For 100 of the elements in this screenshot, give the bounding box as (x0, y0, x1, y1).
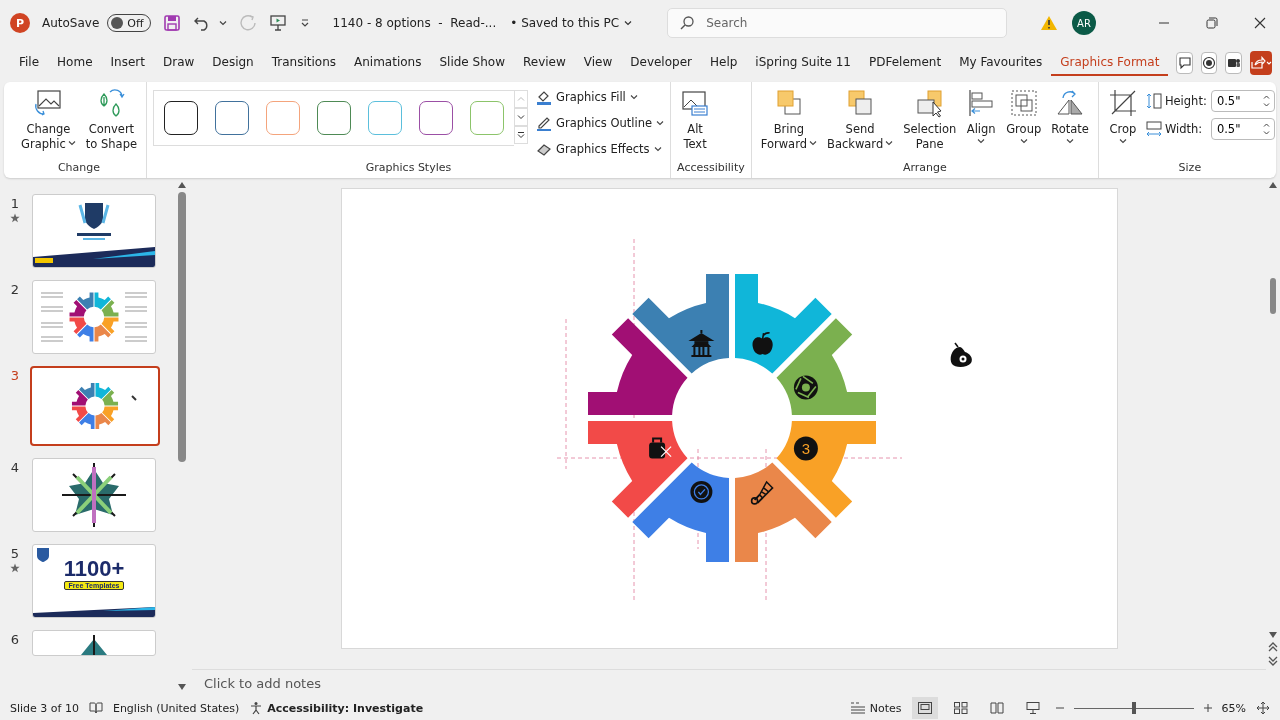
scroll-down-icon[interactable] (178, 684, 186, 690)
scroll-thumb[interactable] (1270, 278, 1276, 314)
caret-icon (629, 93, 638, 101)
fit-to-window-icon[interactable] (1256, 701, 1270, 715)
alt-text-icon (680, 88, 711, 118)
restore-icon[interactable] (1206, 17, 1218, 29)
bring-forward-button[interactable]: Bring Forward (757, 86, 820, 154)
gear-segment[interactable] (587, 318, 687, 415)
rotate-button[interactable]: Rotate (1048, 86, 1092, 151)
style-swatch[interactable] (164, 101, 198, 135)
gear-segment[interactable] (776, 421, 876, 518)
gear-segment[interactable] (776, 318, 876, 415)
caret-icon (656, 119, 665, 127)
style-swatch[interactable] (317, 101, 351, 135)
ribbon-tab[interactable]: Design (203, 50, 263, 76)
ribbon-tab[interactable]: Slide Show (430, 50, 514, 76)
crop-button[interactable]: Crop (1104, 86, 1141, 151)
warning-icon[interactable] (1040, 15, 1058, 31)
caret-icon[interactable] (218, 19, 227, 27)
save-icon[interactable] (162, 14, 181, 32)
ribbon-tab[interactable]: Insert (101, 50, 154, 76)
slide-number: 5 (10, 546, 20, 561)
apple-icon (752, 332, 773, 355)
user-avatar[interactable]: AR (1072, 11, 1096, 35)
ribbon-tab[interactable]: Review (513, 50, 575, 76)
selection-pane-button[interactable]: Selection Pane (900, 86, 960, 154)
height-field[interactable]: 0.5" (1210, 90, 1275, 112)
ribbon-tab[interactable]: File (10, 50, 49, 76)
ribbon-tab[interactable]: iSpring Suite 11 (746, 50, 860, 76)
zoom-level-button[interactable]: 65% (1221, 701, 1246, 715)
aperture-icon (793, 375, 818, 400)
comment-icon (1177, 56, 1192, 70)
gear-segment[interactable] (631, 274, 729, 374)
notes-button[interactable]: Notes (849, 701, 902, 715)
close-icon[interactable] (1254, 17, 1266, 29)
change-graphic-button[interactable]: Change Graphic (18, 86, 79, 154)
search-icon (679, 15, 696, 31)
teams-button[interactable] (1225, 52, 1242, 74)
pen-icon (536, 115, 552, 131)
accessibility-button[interactable]: Accessibility: Investigate (249, 701, 424, 715)
ribbon-tab[interactable]: Transitions (262, 50, 346, 76)
ribbon-tab[interactable]: Developer (621, 50, 701, 76)
effects-button[interactable]: Graphics Effects (536, 138, 665, 160)
record-button[interactable] (1200, 52, 1218, 74)
scroll-thumb[interactable] (178, 192, 186, 462)
slide-thumbnail[interactable] (30, 366, 160, 446)
ribbon-tab[interactable]: Animations (345, 50, 431, 76)
previous-slide-icon[interactable] (1268, 642, 1278, 652)
fill-button[interactable]: Graphics Fill (536, 86, 665, 108)
document-title: 1140 - 8 options - Read-... (332, 16, 497, 30)
ribbon-tab[interactable]: View (574, 50, 622, 76)
ribbon-tab[interactable]: PDFelement (859, 50, 951, 76)
style-swatch[interactable] (470, 101, 504, 135)
notes-field[interactable]: Click to add notes (192, 669, 1266, 696)
ribbon-tab[interactable]: Graphics Format (1051, 50, 1169, 76)
ribbon-tab[interactable]: Home (48, 50, 102, 76)
ribbon-tab[interactable]: My Favourites (950, 50, 1052, 76)
scroll-down-icon[interactable] (1269, 632, 1277, 638)
send-backward-button[interactable]: Send Backward (824, 86, 897, 154)
normal-view-button[interactable] (911, 697, 938, 719)
spinner-icon[interactable] (1262, 122, 1270, 136)
style-swatch[interactable] (368, 101, 402, 135)
gear-segment[interactable] (734, 274, 832, 374)
presentation-icon[interactable] (268, 14, 287, 32)
save-status-button[interactable]: • Saved to this PC (510, 16, 634, 30)
comments-button[interactable] (1176, 52, 1193, 74)
promo-headline: 1100+ (63, 558, 125, 580)
scroll-up-icon[interactable] (1269, 182, 1277, 188)
width-field[interactable]: 0.5" (1210, 118, 1275, 140)
spinner-icon[interactable] (1262, 94, 1270, 108)
share-button[interactable] (1250, 51, 1272, 75)
zoom-slider-thumb[interactable] (1131, 702, 1136, 714)
ribbon-tab[interactable]: Draw (153, 50, 204, 76)
caret-icon (623, 18, 634, 28)
shuttlecock-icon (750, 480, 774, 505)
scroll-up-icon[interactable] (178, 182, 186, 188)
group-button[interactable]: Group (1003, 86, 1045, 151)
gallery-more-button[interactable] (514, 126, 528, 144)
language-button[interactable]: English (United States) (112, 701, 240, 715)
align-button[interactable]: Align (963, 86, 1000, 151)
style-swatch[interactable] (266, 101, 300, 135)
book-icon[interactable] (88, 701, 103, 715)
outline-button[interactable]: Graphics Outline (536, 112, 665, 134)
style-swatch[interactable] (419, 101, 453, 135)
gear-segment[interactable] (587, 421, 687, 518)
convert-to-shape-button[interactable]: Convert to Shape (82, 86, 140, 154)
shield-logo-icon (36, 547, 50, 563)
more-icon (517, 131, 525, 139)
search-field[interactable]: Search (667, 8, 1008, 38)
slide-counter: Slide 3 of 10 (10, 701, 79, 715)
group-label: Accessibility (677, 161, 745, 176)
alt-text-button[interactable]: Alt Text (677, 86, 714, 154)
next-slide-icon[interactable] (1268, 656, 1278, 666)
pagoda-icon (687, 329, 714, 358)
grid-icon (953, 702, 968, 714)
gear-segment[interactable] (631, 462, 729, 562)
presentation-icon (1025, 702, 1040, 714)
ribbon-tab[interactable]: Help (701, 50, 747, 76)
style-swatch[interactable] (215, 101, 249, 135)
zoom-in-icon[interactable] (1203, 704, 1212, 712)
